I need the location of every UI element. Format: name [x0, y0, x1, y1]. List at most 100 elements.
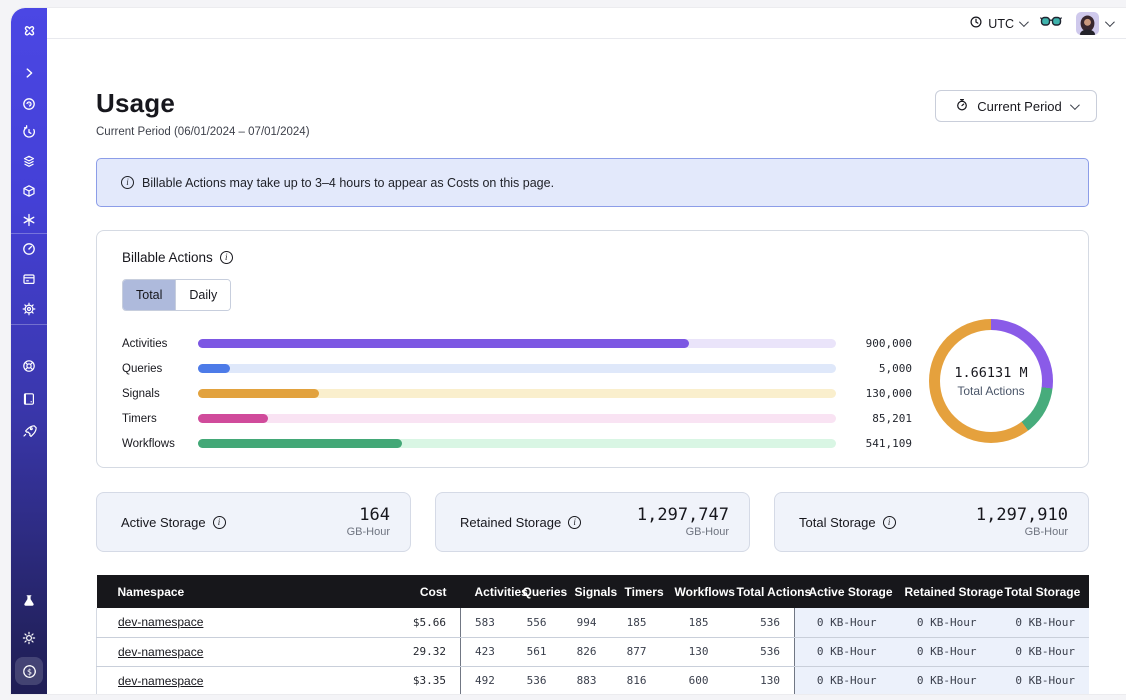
bar-row-timers: Timers 85,201	[122, 406, 912, 431]
retained-storage-card: Retained Storage i 1,297,747GB-Hour	[435, 492, 750, 552]
retained-storage-value: 1,297,747	[637, 506, 729, 526]
bar-value: 541,109	[850, 437, 912, 450]
info-banner: i Billable Actions may take up to 3–4 ho…	[96, 158, 1089, 207]
namespace-link[interactable]: dev-namespace	[118, 615, 203, 629]
nexus-icon[interactable]	[11, 93, 47, 115]
info-icon: i	[121, 176, 134, 189]
bar-track	[198, 364, 836, 373]
bar-track	[198, 339, 836, 348]
cell-total-actions: 130	[723, 666, 795, 694]
cell-cost: $3.35	[397, 666, 461, 694]
retained-storage-unit: GB-Hour	[637, 526, 729, 538]
lab-flask-icon[interactable]	[11, 590, 47, 612]
billable-actions-card: Billable Actions i Total Daily Activitie…	[96, 230, 1089, 468]
rocket-icon[interactable]	[11, 420, 47, 442]
bar-row-workflows: Workflows 541,109	[122, 431, 912, 456]
info-icon[interactable]: i	[568, 516, 581, 529]
info-icon[interactable]: i	[883, 516, 896, 529]
sidebar: $	[11, 8, 47, 694]
bar-row-signals: Signals 130,000	[122, 381, 912, 406]
tab-total[interactable]: Total	[123, 280, 175, 310]
active-storage-value: 164	[347, 506, 390, 526]
namespace-link[interactable]: dev-namespace	[118, 645, 203, 659]
docs-book-icon[interactable]	[11, 388, 47, 410]
cell-total-actions: 536	[723, 608, 795, 637]
glasses-icon[interactable]	[1040, 14, 1062, 33]
temporal-logo-icon[interactable]	[11, 21, 47, 43]
svg-text:$: $	[26, 667, 31, 676]
cell-timers: 816	[611, 666, 661, 694]
billing-card-icon[interactable]	[11, 268, 47, 290]
stack-layers-icon[interactable]	[11, 150, 47, 172]
bar-fill	[198, 389, 319, 398]
period-selector-button[interactable]: Current Period	[935, 90, 1097, 122]
col-cost: Cost	[397, 575, 461, 608]
cube-icon[interactable]	[11, 180, 47, 202]
col-retained-storage: Retained Storage	[891, 575, 991, 608]
storage-summary-row: Active Storagei 164GB-Hour Retained Stor…	[96, 492, 1089, 552]
cell-workflows: 600	[661, 666, 723, 694]
table-row: dev-namespace 29.32 423 561 826 877 130 …	[97, 637, 1090, 666]
namespace-usage-table: Namespace Cost Activities Queries Signal…	[96, 575, 1089, 694]
info-banner-text: Billable Actions may take up to 3–4 hour…	[142, 176, 554, 190]
billable-actions-title: Billable Actions i	[122, 250, 233, 265]
cell-active-storage: 0 KB-Hour	[795, 666, 891, 694]
chevron-down-icon	[1019, 17, 1029, 27]
chevron-down-icon	[1070, 100, 1080, 110]
support-buoy-icon[interactable]	[11, 355, 47, 377]
theme-sun-icon[interactable]	[11, 627, 47, 649]
cell-activities: 423	[461, 637, 509, 666]
settings-gear-icon[interactable]	[11, 298, 47, 320]
sidebar-expand-chevron-icon[interactable]	[11, 62, 47, 84]
avatar	[1076, 12, 1099, 35]
cell-cost: $5.66	[397, 608, 461, 637]
info-icon[interactable]: i	[213, 516, 226, 529]
cell-timers: 877	[611, 637, 661, 666]
pricing-coin-icon[interactable]: $	[15, 657, 43, 685]
col-timers: Timers	[611, 575, 661, 608]
cell-active-storage: 0 KB-Hour	[795, 637, 891, 666]
total-storage-label: Total Storage	[799, 515, 876, 530]
cell-retained-storage: 0 KB-Hour	[891, 608, 991, 637]
billable-actions-tabs: Total Daily	[122, 279, 231, 311]
app-window: $ UTC Usage Current Period (06/01/2024 –…	[11, 8, 1126, 694]
page-subtitle: Current Period (06/01/2024 – 07/01/2024)	[96, 126, 310, 138]
bar-fill	[198, 364, 230, 373]
cell-retained-storage: 0 KB-Hour	[891, 666, 991, 694]
cell-signals: 994	[561, 608, 611, 637]
bar-value: 130,000	[850, 387, 912, 400]
cell-total-actions: 536	[723, 637, 795, 666]
total-storage-unit: GB-Hour	[976, 526, 1068, 538]
cell-retained-storage: 0 KB-Hour	[891, 637, 991, 666]
bar-track	[198, 389, 836, 398]
tab-daily[interactable]: Daily	[175, 280, 230, 310]
chevron-down-icon	[1105, 17, 1115, 27]
namespace-link[interactable]: dev-namespace	[118, 674, 203, 688]
bar-label: Timers	[122, 413, 198, 425]
topbar: UTC	[47, 8, 1126, 39]
asterisk-icon[interactable]	[11, 209, 47, 231]
info-icon[interactable]: i	[220, 251, 233, 264]
bar-fill	[198, 439, 402, 448]
bar-track	[198, 414, 836, 423]
timezone-selector[interactable]: UTC	[969, 15, 1026, 32]
cell-total-storage: 0 KB-Hour	[991, 637, 1090, 666]
table-row: dev-namespace $3.35 492 536 883 816 600 …	[97, 666, 1090, 694]
bar-track	[198, 439, 836, 448]
col-total-storage: Total Storage	[991, 575, 1090, 608]
schedules-clock-icon[interactable]	[11, 121, 47, 143]
table-header-row: Namespace Cost Activities Queries Signal…	[97, 575, 1090, 608]
bar-value: 5,000	[850, 362, 912, 375]
usage-gauge-icon[interactable]	[11, 238, 47, 260]
bar-fill	[198, 339, 689, 348]
col-activities: Activities	[461, 575, 509, 608]
user-menu[interactable]	[1076, 12, 1112, 35]
total-storage-card: Total Storagei 1,297,910GB-Hour	[774, 492, 1089, 552]
active-storage-card: Active Storagei 164GB-Hour	[96, 492, 411, 552]
timezone-label: UTC	[988, 17, 1014, 31]
cell-signals: 883	[561, 666, 611, 694]
total-actions-value: 1.66131 M	[954, 365, 1027, 381]
clock-icon	[969, 15, 983, 32]
cell-queries: 561	[509, 637, 561, 666]
retained-storage-label: Retained Storage	[460, 515, 561, 530]
